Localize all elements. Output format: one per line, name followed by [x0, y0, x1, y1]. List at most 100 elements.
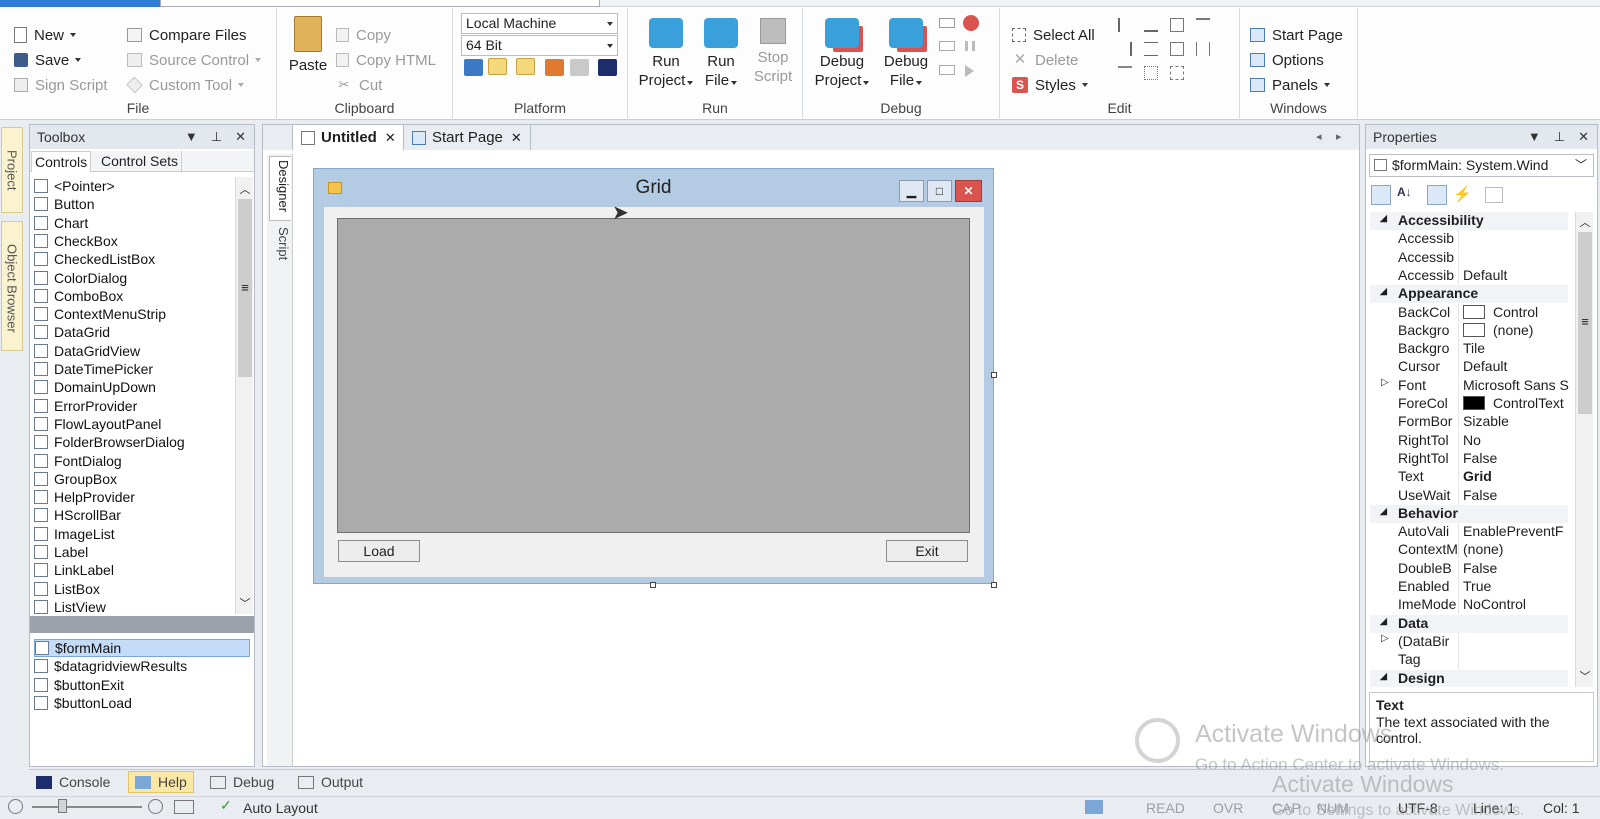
object-browser-rail-tab[interactable]: Object Browser — [1, 221, 23, 351]
properties-scrollbar[interactable]: ︿ ≡ ﹀ — [1575, 212, 1593, 687]
property-row[interactable]: Accessib — [1370, 230, 1568, 249]
toolbox-item[interactable]: HelpProvider — [34, 488, 135, 506]
panels-button[interactable]: Panels — [1250, 74, 1330, 96]
collapse-icon[interactable]: ◢ — [1380, 213, 1387, 224]
align-bottom-icon[interactable] — [1144, 18, 1158, 32]
property-row[interactable]: DoubleB False — [1370, 559, 1570, 578]
scroll-up-icon[interactable]: ︿ — [238, 181, 252, 197]
expand-icon[interactable]: ▷ — [1381, 377, 1389, 388]
property-value[interactable]: Sizable — [1463, 413, 1570, 429]
toolbox-item[interactable]: GroupBox — [34, 470, 117, 488]
toolbox-item[interactable]: HScrollBar — [34, 506, 121, 524]
property-row[interactable]: BackCol Control — [1370, 303, 1568, 322]
minimize-icon[interactable]: ▁ — [899, 180, 924, 202]
events-icon[interactable]: ⚡ — [1453, 185, 1473, 205]
property-value[interactable]: False — [1463, 560, 1570, 576]
property-value[interactable]: Default — [1463, 267, 1570, 283]
property-value[interactable]: (none) — [1463, 541, 1570, 557]
align-left-icon[interactable] — [1118, 18, 1132, 32]
step-over-icon[interactable] — [939, 18, 955, 28]
toolbox-item[interactable]: Label — [34, 543, 88, 561]
properties-icon[interactable] — [1427, 185, 1447, 205]
load-button[interactable]: Load — [338, 540, 420, 562]
toolbox-item[interactable]: FontDialog — [34, 452, 122, 470]
maximize-icon[interactable]: □ — [927, 180, 952, 202]
platform-5-icon[interactable] — [516, 58, 535, 75]
tab-debug[interactable]: Debug — [204, 771, 280, 793]
object-selector[interactable]: $formMain: System.Wind ﹀ — [1369, 154, 1594, 177]
close-icon[interactable]: ✕ — [955, 180, 982, 202]
paste-button[interactable]: Paste — [287, 16, 329, 75]
debug-project-button[interactable]: Debug Project — [813, 18, 871, 90]
size-to-grid-icon[interactable] — [1170, 66, 1184, 80]
property-value[interactable]: False — [1463, 487, 1570, 503]
property-value[interactable]: (none) — [1463, 322, 1570, 338]
toolbox-item[interactable]: DateTimePicker — [34, 360, 153, 378]
scroll-up-icon[interactable]: ︿ — [1578, 214, 1592, 230]
property-row[interactable]: FormBor Sizable — [1370, 413, 1570, 432]
copy-button[interactable]: Copy — [336, 24, 391, 46]
align-middle-icon[interactable] — [1144, 42, 1158, 56]
toolbox-item[interactable]: CheckedListBox — [34, 250, 155, 268]
new-button[interactable]: New — [14, 24, 77, 46]
platform-4-icon[interactable] — [488, 58, 507, 75]
custom-tool-button[interactable]: Custom Tool — [126, 74, 245, 96]
styles-button[interactable]: S Styles — [1012, 74, 1088, 96]
step-into-icon[interactable] — [939, 41, 955, 51]
close-icon[interactable]: ✕ — [385, 130, 396, 146]
spacing-icon[interactable] — [1196, 42, 1210, 56]
collapse-icon[interactable]: ◢ — [1380, 506, 1387, 517]
toolbox-item[interactable]: ImageList — [34, 525, 115, 543]
property-value[interactable]: Grid — [1463, 468, 1570, 484]
property-row[interactable]: ContextM (none) — [1370, 541, 1570, 560]
scroll-down-icon[interactable]: ﹀ — [238, 595, 252, 611]
debug-file-button[interactable]: Debug File — [881, 18, 931, 90]
property-row[interactable]: Backgro (none) — [1370, 321, 1570, 340]
scroll-down-icon[interactable]: ﹀ — [1578, 668, 1592, 684]
pin-icon[interactable]: ⊥ — [1554, 125, 1565, 149]
collapse-icon[interactable]: ◢ — [1380, 671, 1387, 682]
platform-machine-select[interactable]: Local Machine — [461, 13, 618, 34]
alphabetical-icon[interactable]: A↓ — [1397, 185, 1417, 205]
tab-output[interactable]: Output — [292, 771, 369, 793]
tab-console[interactable]: Console — [30, 771, 116, 793]
tab-untitled[interactable]: Untitled ✕ — [292, 124, 405, 150]
property-row[interactable]: ▷ Font Microsoft Sans S — [1370, 376, 1569, 395]
close-icon[interactable]: ✕ — [511, 130, 522, 146]
collapse-icon[interactable]: ◢ — [1380, 286, 1387, 297]
align-right-icon[interactable] — [1118, 42, 1132, 56]
tab-controls[interactable]: Controls — [31, 151, 92, 172]
property-row[interactable]: Enabled True — [1370, 578, 1568, 596]
toolbox-item[interactable]: ListBox — [34, 580, 100, 598]
dropdown-icon[interactable]: ▼ — [1528, 125, 1541, 149]
continue-icon[interactable] — [965, 65, 974, 77]
collapse-icon[interactable]: ◢ — [1380, 616, 1387, 627]
platform-bitness-select[interactable]: 64 Bit — [461, 35, 618, 56]
property-row[interactable]: Text Grid — [1370, 468, 1570, 487]
property-value[interactable]: NoControl — [1463, 596, 1570, 612]
property-row[interactable]: Tag — [1370, 651, 1568, 670]
close-icon[interactable]: ✕ — [1578, 125, 1589, 149]
project-rail-tab[interactable]: Project — [1, 127, 23, 213]
zoom-out-icon[interactable] — [8, 799, 23, 814]
property-row[interactable]: Backgro Tile — [1370, 340, 1568, 359]
tab-designer[interactable]: Designer — [269, 156, 291, 221]
tab-script[interactable]: Script — [271, 227, 291, 287]
source-control-button[interactable]: Source Control — [127, 49, 262, 71]
property-value[interactable]: Default — [1463, 358, 1570, 374]
outline-item[interactable]: $buttonLoad — [34, 694, 250, 712]
property-value[interactable]: ControlText — [1463, 395, 1570, 411]
toolbox-item[interactable]: Button — [34, 195, 94, 213]
dropdown-icon[interactable]: ▼ — [185, 125, 198, 149]
property-row[interactable]: RightTol No — [1370, 431, 1568, 450]
toolbox-item[interactable]: ColorDialog — [34, 269, 127, 287]
property-row[interactable]: ForeCol ControlText — [1370, 395, 1568, 413]
toolbox-item[interactable]: ContextMenuStrip — [34, 305, 166, 323]
platform-2-icon[interactable] — [464, 59, 483, 76]
platform-download-icon[interactable] — [545, 59, 564, 76]
property-row[interactable]: RightTol False — [1370, 449, 1568, 468]
copy-html-button[interactable]: Copy HTML — [336, 49, 436, 71]
save-button[interactable]: Save — [14, 49, 82, 71]
layout-icon[interactable] — [174, 800, 194, 814]
property-row[interactable]: Accessib Default — [1370, 266, 1570, 285]
